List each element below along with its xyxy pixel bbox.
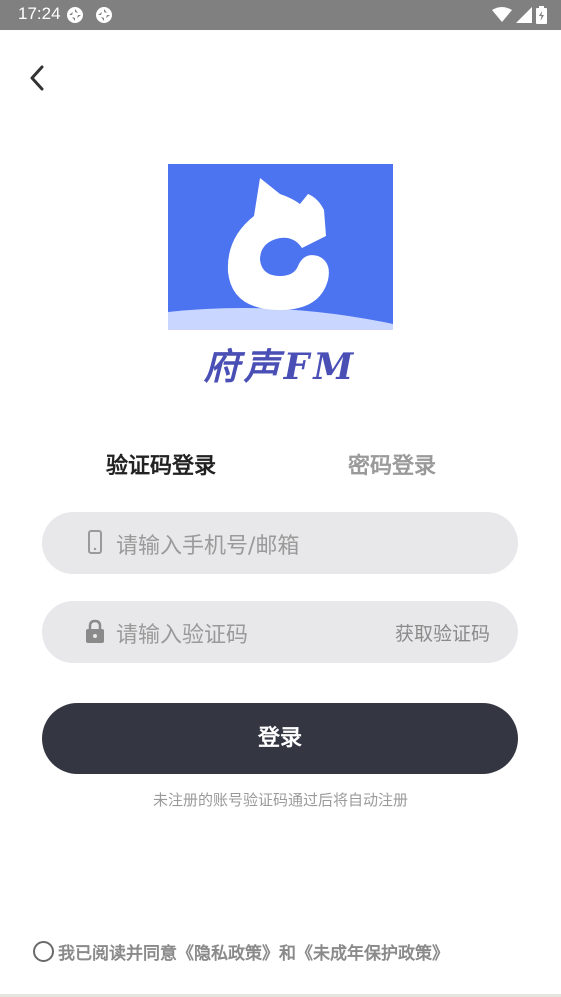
- logo-badge: [168, 164, 393, 330]
- agreement-row[interactable]: 我已阅读并同意《隐私政策》和《未成年保护政策》: [33, 939, 449, 964]
- verification-code-placeholder: 请输入验证码: [116, 623, 249, 648]
- status-bar: 17:24: [0, 0, 561, 30]
- sync-icon: [67, 7, 83, 23]
- lock-icon: [86, 619, 104, 643]
- wifi-icon: [492, 7, 512, 22]
- agreement-text[interactable]: 我已阅读并同意《隐私政策》和《未成年保护政策》: [58, 939, 449, 964]
- status-time: 17:24: [18, 4, 61, 23]
- cat-c-logo-icon: [168, 178, 393, 330]
- signal-icon: [516, 7, 532, 23]
- app-logo: 府声FM: [168, 164, 393, 388]
- sync-icon: [96, 7, 112, 23]
- tab-password-login[interactable]: 密码登录: [348, 448, 436, 480]
- verification-code-input[interactable]: 请输入验证码 获取验证码: [42, 601, 518, 663]
- tab-sms-login[interactable]: 验证码登录: [106, 448, 216, 480]
- phone-email-input[interactable]: 请输入手机号/邮箱: [42, 512, 518, 574]
- get-code-button[interactable]: 获取验证码: [395, 619, 490, 646]
- phone-email-placeholder: 请输入手机号/邮箱: [116, 534, 300, 559]
- logo-brand-text: 府声FM: [203, 346, 358, 388]
- back-button[interactable]: [20, 60, 54, 96]
- agreement-checkbox[interactable]: [33, 941, 54, 962]
- login-button[interactable]: 登录: [42, 703, 518, 774]
- battery-icon: [536, 6, 547, 24]
- auto-register-hint: 未注册的账号验证码通过后将自动注册: [152, 791, 408, 809]
- chevron-left-icon: [30, 65, 44, 91]
- phone-icon: [88, 530, 102, 554]
